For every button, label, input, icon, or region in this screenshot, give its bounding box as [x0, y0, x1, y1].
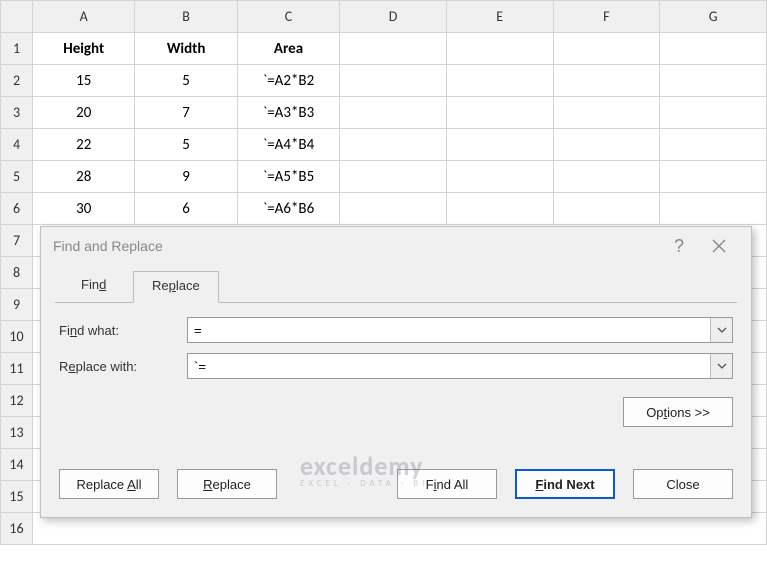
row-header-4[interactable]: 4 — [1, 129, 33, 161]
cell-E3[interactable] — [446, 97, 553, 129]
close-button[interactable]: Close — [633, 469, 733, 499]
replace-button[interactable]: Replace — [177, 469, 277, 499]
cell-G6[interactable] — [660, 193, 767, 225]
row-header-16[interactable]: 16 — [1, 513, 33, 545]
cell-D6[interactable] — [340, 193, 447, 225]
cell-F1[interactable] — [553, 33, 660, 65]
dialog-title: Find and Replace — [53, 238, 163, 254]
find-all-button[interactable]: Find All — [397, 469, 497, 499]
col-header-D[interactable]: D — [340, 1, 447, 33]
find-what-combo[interactable] — [187, 317, 733, 343]
cell-D1[interactable] — [340, 33, 447, 65]
cell-C1[interactable]: Area — [237, 33, 339, 65]
col-header-C[interactable]: C — [237, 1, 339, 33]
cell-D3[interactable] — [340, 97, 447, 129]
cell-F2[interactable] — [553, 65, 660, 97]
replace-all-button[interactable]: Replace All — [59, 469, 159, 499]
col-header-B[interactable]: B — [135, 1, 237, 33]
find-replace-dialog: Find and Replace ? Find Replace Find wha… — [40, 226, 752, 518]
cell-B2[interactable]: 5 — [135, 65, 237, 97]
cell-F5[interactable] — [553, 161, 660, 193]
tab-replace[interactable]: Replace — [133, 271, 219, 303]
find-what-input[interactable] — [188, 318, 710, 342]
cell-F3[interactable] — [553, 97, 660, 129]
chevron-down-icon — [717, 327, 727, 333]
cell-D2[interactable] — [340, 65, 447, 97]
cell-B6[interactable]: 6 — [135, 193, 237, 225]
cell-B5[interactable]: 9 — [135, 161, 237, 193]
chevron-down-icon — [717, 363, 727, 369]
cell-A2[interactable]: 15 — [33, 65, 135, 97]
row-header-6[interactable]: 6 — [1, 193, 33, 225]
cell-G2[interactable] — [660, 65, 767, 97]
cell-E5[interactable] — [446, 161, 553, 193]
replace-with-dropdown[interactable] — [710, 354, 732, 378]
find-what-label: Find what: — [59, 323, 187, 338]
row-header-15[interactable]: 15 — [1, 481, 33, 513]
row-header-13[interactable]: 13 — [1, 417, 33, 449]
row-header-14[interactable]: 14 — [1, 449, 33, 481]
cell-C4[interactable]: `=A4*B4 — [237, 129, 339, 161]
cell-D4[interactable] — [340, 129, 447, 161]
cell-B1[interactable]: Width — [135, 33, 237, 65]
find-next-label: Find Next — [535, 477, 594, 492]
cell-G1[interactable] — [660, 33, 767, 65]
cell-B3[interactable]: 7 — [135, 97, 237, 129]
replace-all-label: Replace All — [76, 477, 141, 492]
cell-A1[interactable]: Height — [33, 33, 135, 65]
cell-E1[interactable] — [446, 33, 553, 65]
replace-label: Replace — [203, 477, 251, 492]
tab-replace-label: Replace — [152, 278, 200, 293]
col-header-F[interactable]: F — [553, 1, 660, 33]
replace-with-input[interactable] — [188, 354, 710, 378]
cell-G3[interactable] — [660, 97, 767, 129]
find-next-button[interactable]: Find Next — [515, 469, 615, 499]
find-all-label: Find All — [426, 477, 469, 492]
select-all-corner[interactable] — [1, 1, 33, 33]
row-header-9[interactable]: 9 — [1, 289, 33, 321]
row-header-7[interactable]: 7 — [1, 225, 33, 257]
replace-with-label: Replace with: — [59, 359, 187, 374]
cell-F6[interactable] — [553, 193, 660, 225]
row-header-3[interactable]: 3 — [1, 97, 33, 129]
cell-B4[interactable]: 5 — [135, 129, 237, 161]
cell-E4[interactable] — [446, 129, 553, 161]
row-header-1[interactable]: 1 — [1, 33, 33, 65]
cell-E6[interactable] — [446, 193, 553, 225]
col-header-A[interactable]: A — [33, 1, 135, 33]
help-button[interactable]: ? — [659, 227, 699, 265]
dialog-titlebar[interactable]: Find and Replace ? — [41, 227, 751, 265]
cell-C3[interactable]: `=A3*B3 — [237, 97, 339, 129]
tab-find-label: Find — [81, 277, 106, 292]
cell-C5[interactable]: `=A5*B5 — [237, 161, 339, 193]
cell-F4[interactable] — [553, 129, 660, 161]
row-header-5[interactable]: 5 — [1, 161, 33, 193]
tab-find[interactable]: Find — [63, 271, 124, 303]
cell-G4[interactable] — [660, 129, 767, 161]
col-header-E[interactable]: E — [446, 1, 553, 33]
cell-A4[interactable]: 22 — [33, 129, 135, 161]
close-icon[interactable] — [699, 227, 739, 265]
col-header-G[interactable]: G — [660, 1, 767, 33]
cell-D5[interactable] — [340, 161, 447, 193]
cell-C2[interactable]: `=A2*B2 — [237, 65, 339, 97]
cell-A3[interactable]: 20 — [33, 97, 135, 129]
cell-A6[interactable]: 30 — [33, 193, 135, 225]
cell-C6[interactable]: `=A6*B6 — [237, 193, 339, 225]
cell-E2[interactable] — [446, 65, 553, 97]
row-header-10[interactable]: 10 — [1, 321, 33, 353]
find-what-dropdown[interactable] — [710, 318, 732, 342]
row-header-11[interactable]: 11 — [1, 353, 33, 385]
cell-A5[interactable]: 28 — [33, 161, 135, 193]
row-header-8[interactable]: 8 — [1, 257, 33, 289]
dialog-tabs: Find Replace — [55, 271, 737, 303]
row-header-2[interactable]: 2 — [1, 65, 33, 97]
row-header-12[interactable]: 12 — [1, 385, 33, 417]
cell-G5[interactable] — [660, 161, 767, 193]
options-button-label: Options >> — [646, 405, 710, 420]
replace-with-combo[interactable] — [187, 353, 733, 379]
options-button[interactable]: Options >> — [623, 397, 733, 427]
